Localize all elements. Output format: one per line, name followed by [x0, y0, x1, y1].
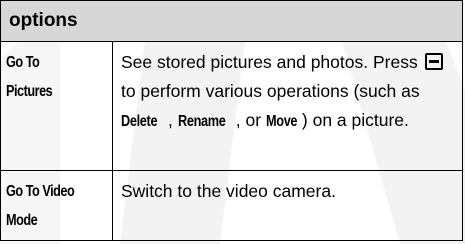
- desc-text: , or: [235, 110, 266, 130]
- option-name-line: Go To Video: [6, 183, 75, 200]
- desc-text: to perform various operations (such as: [121, 81, 420, 101]
- command-delete: Delete: [121, 113, 158, 130]
- option-name-line: Go To: [6, 54, 40, 71]
- desc-text: ,: [168, 110, 178, 130]
- desc-text: ) on a picture.: [301, 110, 409, 130]
- option-name-go-to-pictures: Go To Pictures: [0, 41, 113, 171]
- desc-text: See stored pictures and photos. Press: [121, 52, 423, 72]
- menu-key-icon: [424, 53, 443, 70]
- option-name-line: Mode: [6, 212, 38, 229]
- command-move: Move: [265, 113, 298, 130]
- table-row: Go To Video Mode Switch to the video cam…: [0, 170, 463, 241]
- options-table: options Go To Pictures See stored pictur…: [0, 0, 463, 241]
- option-description: Switch to the video camera.: [112, 170, 463, 241]
- option-name-go-to-video-mode: Go To Video Mode: [0, 170, 113, 241]
- table-header: options: [0, 0, 463, 42]
- command-rename: Rename: [177, 113, 226, 130]
- option-description: See stored pictures and photos. Press to…: [112, 41, 463, 171]
- option-name-line: Pictures: [6, 83, 53, 100]
- table-row: Go To Pictures See stored pictures and p…: [0, 41, 463, 171]
